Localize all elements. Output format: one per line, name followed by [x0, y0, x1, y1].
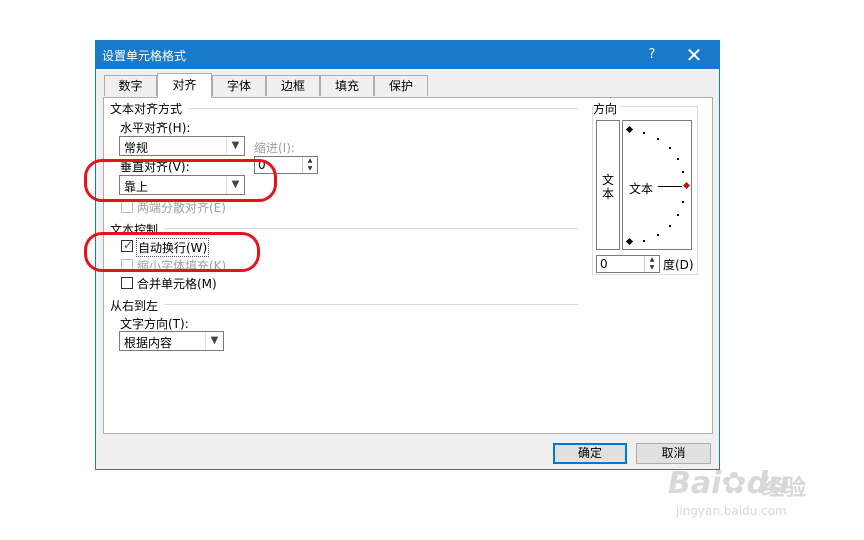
spin-down-icon[interactable]: ▼: [645, 264, 659, 272]
dial-tick: [682, 201, 684, 203]
degree-label: 度(D): [663, 258, 694, 272]
tab-alignment[interactable]: 对齐: [157, 73, 212, 98]
dialog-title: 设置单元格格式: [102, 49, 187, 63]
divider: [164, 304, 578, 305]
rtl-heading: 从右到左: [110, 299, 159, 313]
divider: [188, 108, 578, 109]
text-alignment-heading: 文本对齐方式: [110, 102, 183, 116]
annotation-oval-wrap-text: [84, 232, 260, 272]
orientation-dial[interactable]: 文本: [622, 120, 692, 250]
spin-up-icon[interactable]: ▲: [645, 256, 659, 264]
chevron-down-icon[interactable]: ▼: [205, 332, 223, 350]
annotation-oval-vertical-align: [84, 159, 277, 202]
watermark-suffix: 经验: [762, 476, 807, 501]
indent-label: 缩进(I):: [254, 141, 295, 155]
tab-number[interactable]: 数字: [104, 75, 157, 96]
title-bar[interactable]: 设置单元格格式 ? ✕: [96, 41, 719, 69]
vertical-text-char: 本: [601, 187, 614, 201]
degree-spinner[interactable]: 0 ▲ ▼: [596, 255, 660, 273]
dial-tick: [677, 214, 679, 216]
tab-fill[interactable]: 填充: [320, 75, 374, 96]
close-button[interactable]: ✕: [678, 43, 710, 67]
watermark-url: jingyan.baidu.com: [676, 504, 787, 518]
dial-tick: [657, 234, 659, 236]
dial-tick: [643, 132, 645, 134]
text-direction-label: 文字方向(T):: [120, 317, 189, 331]
dial-tick: [657, 138, 659, 140]
dial-tick: [682, 171, 684, 173]
distributed-checkbox[interactable]: [121, 201, 133, 213]
orientation-heading: 方向: [593, 100, 621, 117]
text-direction-value: 根据内容: [124, 336, 173, 350]
watermark-brand: Bai: [668, 466, 722, 501]
spin-down-icon[interactable]: ▼: [303, 165, 317, 173]
dial-marker-current: [682, 181, 691, 190]
tab-border[interactable]: 边框: [266, 75, 320, 96]
text-direction-select[interactable]: 根据内容 ▼: [119, 331, 224, 351]
tab-protection[interactable]: 保护: [374, 75, 428, 96]
ok-button[interactable]: 确定: [553, 443, 627, 464]
spin-up-icon[interactable]: ▲: [303, 157, 317, 165]
dial-needle: [658, 186, 682, 187]
horizontal-align-label: 水平对齐(H):: [120, 121, 191, 135]
chevron-down-icon[interactable]: ▼: [226, 137, 244, 155]
dial-text: 文本: [629, 182, 654, 196]
horizontal-align-select[interactable]: 常规 ▼: [119, 136, 245, 156]
help-button[interactable]: ?: [642, 44, 662, 66]
dial-tick: [643, 240, 645, 242]
dial-marker-top: [625, 125, 634, 134]
tab-font[interactable]: 字体: [212, 75, 266, 96]
paw-icon: ✿: [721, 466, 747, 501]
degree-value: 0: [600, 257, 608, 271]
dial-tick: [677, 158, 679, 160]
indent-spin-buttons[interactable]: ▲ ▼: [302, 157, 317, 173]
merge-cells-checkbox[interactable]: [121, 277, 133, 289]
degree-spin-buttons[interactable]: ▲ ▼: [644, 256, 659, 272]
horizontal-align-value: 常规: [124, 141, 149, 155]
vertical-text-button[interactable]: 文 本: [596, 120, 620, 250]
dial-marker-bottom: [625, 237, 634, 246]
dial-tick: [669, 225, 671, 227]
merge-cells-label[interactable]: 合并单元格(M): [137, 275, 217, 292]
cancel-button[interactable]: 取消: [636, 443, 711, 464]
divider: [164, 228, 578, 229]
dial-tick: [669, 147, 671, 149]
